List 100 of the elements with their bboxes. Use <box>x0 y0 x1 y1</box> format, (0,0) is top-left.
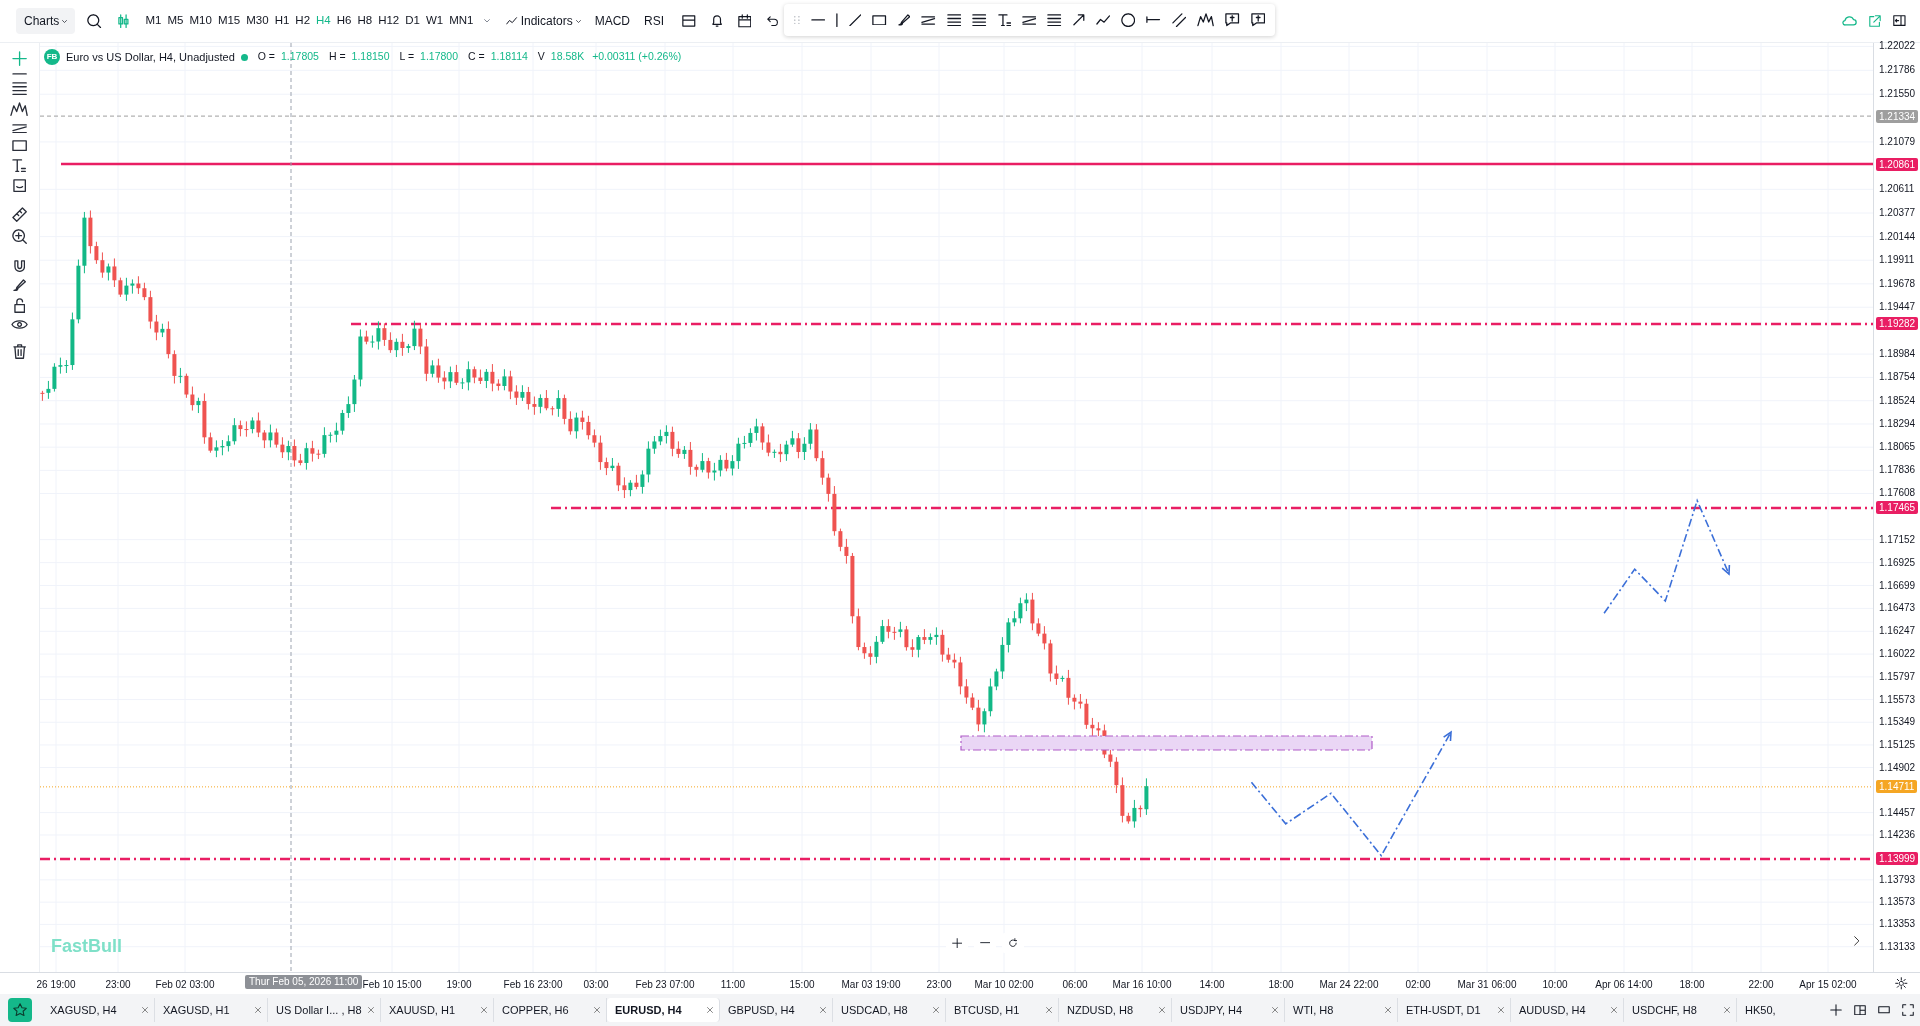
timeframe-tab[interactable]: H12 <box>375 12 403 30</box>
price-line[interactable] <box>551 506 1873 510</box>
close-icon[interactable] <box>368 1007 374 1013</box>
timeframe-tab[interactable]: W1 <box>422 12 447 30</box>
alert-icon[interactable] <box>711 15 722 27</box>
fibonacci-icon[interactable] <box>972 13 987 27</box>
brush-icon[interactable] <box>897 14 911 26</box>
settings-icon[interactable] <box>1895 977 1908 990</box>
horizontal-line-icon[interactable] <box>810 19 825 21</box>
eye-icon[interactable] <box>10 320 29 330</box>
close-icon[interactable] <box>820 1007 826 1013</box>
close-icon[interactable] <box>255 1007 261 1013</box>
text-icon[interactable] <box>12 158 27 172</box>
charts-menu-button[interactable]: Charts <box>16 8 76 34</box>
fullscreen-icon[interactable] <box>1902 1004 1914 1016</box>
timeframe-tab[interactable]: M1 <box>142 12 165 30</box>
close-icon[interactable] <box>142 1007 148 1013</box>
timeframe-tab[interactable]: M10 <box>186 12 215 30</box>
indicators-button[interactable]: Indicators <box>506 12 581 30</box>
close-icon[interactable] <box>1272 1007 1278 1013</box>
channel-icon[interactable] <box>1022 15 1037 25</box>
chevron-right-icon[interactable] <box>1854 936 1860 946</box>
horizontal-line-icon[interactable] <box>11 73 28 76</box>
chart-tab[interactable]: EURUSD, H4 <box>607 998 720 1022</box>
timeframe-tab[interactable]: M30 <box>243 12 272 30</box>
timeframe-tab[interactable]: MN1 <box>446 12 477 30</box>
chart-tab[interactable]: HK50, <box>1737 998 1782 1022</box>
pattern-icon[interactable] <box>10 102 29 117</box>
close-icon[interactable] <box>1611 1007 1617 1013</box>
polyline-icon[interactable] <box>1095 15 1110 25</box>
timeframe-tab[interactable]: H2 <box>292 12 314 30</box>
close-icon[interactable] <box>1046 1007 1052 1013</box>
external-link-icon[interactable] <box>1869 15 1882 27</box>
unlock-icon[interactable] <box>13 298 26 314</box>
fibonacci-icon[interactable] <box>1047 13 1062 27</box>
drag-handle-icon[interactable] <box>794 15 800 25</box>
sticker-icon[interactable] <box>12 178 27 193</box>
timeframe-tab[interactable]: M15 <box>214 12 244 30</box>
panel-icon[interactable] <box>1893 15 1906 27</box>
indicator-button[interactable]: MACD <box>594 12 631 30</box>
timeframe-tab[interactable]: H1 <box>271 12 293 30</box>
fibonacci-icon[interactable] <box>946 13 962 27</box>
chart-tab[interactable]: XAUUSD, H1 <box>381 998 494 1022</box>
candlestick-icon[interactable] <box>117 13 129 29</box>
search-icon[interactable] <box>87 13 102 29</box>
caret-icon[interactable] <box>484 19 491 23</box>
zoom-in-icon[interactable] <box>11 229 28 245</box>
chart-tab[interactable]: GBPUSD, H4 <box>720 998 833 1022</box>
window-icon[interactable] <box>1878 1006 1890 1014</box>
zigzag-arrow[interactable] <box>1603 498 1731 615</box>
close-icon[interactable] <box>1498 1007 1504 1013</box>
price-line[interactable] <box>351 322 1873 326</box>
chart-tab[interactable]: USDCHF, H8 <box>1624 998 1737 1022</box>
channel-icon[interactable] <box>921 15 936 25</box>
ray-icon[interactable] <box>1146 16 1161 24</box>
chart-tab[interactable]: AUDUSD, H4 <box>1511 998 1624 1022</box>
chart-tab[interactable]: NZDUSD, H8 <box>1059 998 1172 1022</box>
close-icon[interactable] <box>1724 1007 1730 1013</box>
timeframe-tab[interactable]: H8 <box>354 12 376 30</box>
text-icon[interactable] <box>997 13 1012 27</box>
price-line[interactable] <box>61 162 1873 166</box>
trash-icon[interactable] <box>12 344 27 360</box>
chart-tab[interactable]: US Dollar I... , H8 <box>268 998 381 1022</box>
calendar-icon[interactable] <box>737 14 752 28</box>
price-line[interactable] <box>40 857 1873 861</box>
close-icon[interactable] <box>594 1007 600 1013</box>
pattern-icon[interactable] <box>1197 13 1215 27</box>
chart-tab[interactable]: USDJPY, H4 <box>1172 998 1285 1022</box>
rectangle-icon[interactable] <box>11 140 28 152</box>
channel-icon[interactable] <box>11 123 28 134</box>
price-note-icon[interactable] <box>1225 13 1240 27</box>
close-icon[interactable] <box>481 1007 487 1013</box>
chart-tab[interactable]: XAGUSD, H1 <box>155 998 268 1022</box>
close-icon[interactable] <box>1385 1007 1391 1013</box>
favorites-button[interactable] <box>8 998 32 1022</box>
timeframe-tab[interactable]: D1 <box>402 12 423 30</box>
rectangle-icon[interactable] <box>872 14 887 26</box>
timeframe-tab[interactable]: H6 <box>333 12 355 30</box>
chart-tab[interactable]: BTCUSD, H1 <box>946 998 1059 1022</box>
price-note-icon[interactable] <box>1250 13 1265 27</box>
ruler-icon[interactable] <box>11 207 28 223</box>
chart-tab[interactable]: XAGUSD, H4 <box>42 998 155 1022</box>
close-icon[interactable] <box>1159 1007 1165 1013</box>
close-icon[interactable] <box>933 1007 939 1013</box>
plus-icon[interactable] <box>11 51 28 67</box>
undo-icon[interactable] <box>767 15 779 27</box>
chart-tab[interactable]: USDCAD, H8 <box>833 998 946 1022</box>
trend-line-icon[interactable] <box>848 13 862 27</box>
parallel-lines-icon[interactable] <box>1171 12 1187 28</box>
arrow-icon[interactable] <box>1072 14 1085 26</box>
close-icon[interactable] <box>707 1007 713 1013</box>
layout-icon[interactable] <box>1854 1004 1866 1016</box>
add-icon[interactable] <box>1830 1004 1842 1016</box>
indicator-button[interactable]: RSI <box>644 12 665 30</box>
chart-tab[interactable]: ETH-USDT, D1 <box>1398 998 1511 1022</box>
chart-tab[interactable]: WTI, H8 <box>1285 998 1398 1022</box>
magnet-icon[interactable] <box>13 259 26 272</box>
layout-icon[interactable] <box>682 15 696 27</box>
fibonacci-icon[interactable] <box>11 82 28 96</box>
timeframe-tab[interactable]: M5 <box>164 12 187 30</box>
